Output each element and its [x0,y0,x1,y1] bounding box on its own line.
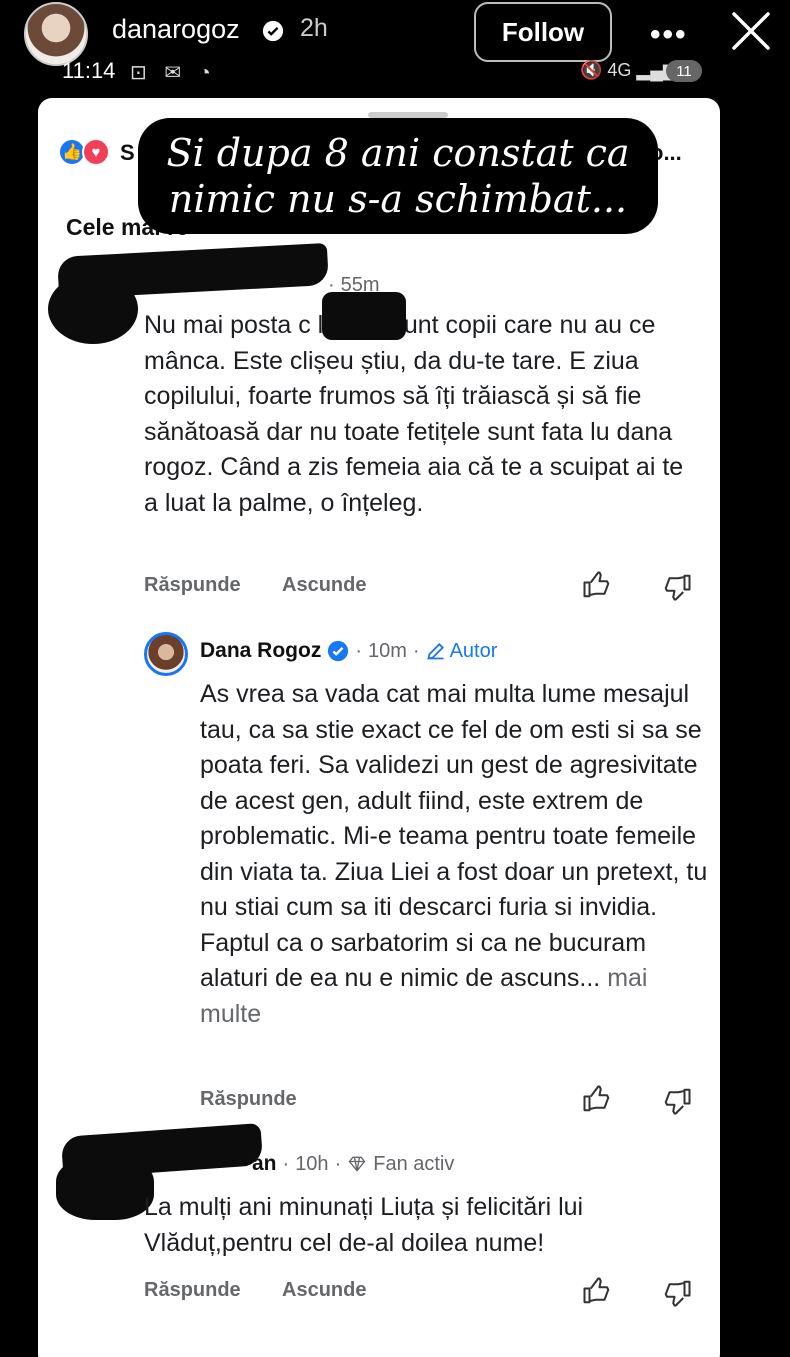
battery-icon: 11 [666,60,702,82]
reply-button[interactable]: Răspunde [200,1088,297,1111]
author-badge: Autor [426,639,498,663]
redacted-author-avatar [48,274,138,344]
notification-icons: ⊡ ✉ ◔ [130,62,217,84]
close-icon[interactable] [728,8,774,54]
like-icon[interactable] [582,1084,612,1114]
reply-author-name[interactable]: Dana Rogoz [200,639,321,663]
reply-button[interactable]: Răspunde [144,574,241,597]
verified-badge-icon [262,20,284,42]
fan-badge: Fan activ [373,1152,455,1175]
dislike-icon[interactable] [662,1086,692,1116]
caption-line-2: nimic nu s-a schimbat... [168,177,628,221]
love-reaction-icon: ♥ [82,138,110,166]
redacted-word [322,292,406,340]
caption-line-1: Si dupa 8 ani constat ca [166,131,630,175]
signal-icons: 🔇 4G ▂▄▆ [580,60,677,80]
commenter-name[interactable]: an [252,1152,277,1176]
dislike-icon[interactable] [662,1278,692,1308]
like-icon[interactable] [582,570,612,600]
comment-text: Nu mai posta c l asta, sunt copii care n… [144,311,684,517]
hide-button[interactable]: Ascunde [282,1279,366,1302]
reply-meta: Dana Rogoz · 10m · Autor [200,639,498,663]
story-caption: Si dupa 8 ani constat ca nimic nu s-a sc… [138,118,658,234]
pencil-icon [426,643,444,660]
story-time: 2h [300,14,328,42]
diamond-icon [348,1156,366,1172]
redacted-author-avatar [56,1156,154,1220]
story-username[interactable]: danarogoz [112,14,240,45]
phone-status-bar: 11:14 ⊡ ✉ ◔ 🔇 4G ▂▄▆ 11 [0,52,790,92]
author-label: Autor [449,639,498,662]
dislike-icon[interactable] [662,572,692,602]
status-time: 11:14 [62,58,116,83]
reply-time: 10m [368,639,407,662]
more-options-icon[interactable]: ••• [650,18,688,52]
verified-badge-icon [328,640,349,662]
comment-text: La mulți ani minunați Liuța și felicităr… [144,1193,584,1257]
comments-card: 👍 ♥ S o... Cele mai re · 55m Nu mai posta… [38,98,720,1357]
reply-text: As vrea sa vada cat mai multa lume mesaj… [200,677,710,1032]
hide-button[interactable]: Ascunde [282,574,366,597]
comment-meta: an · 10h · Fan activ [252,1152,455,1176]
reaction-icons[interactable]: 👍 ♥ [58,138,110,166]
reply-text-content: As vrea sa vada cat mai multa lume mesaj… [200,680,708,992]
reaction-summary[interactable]: S [120,140,135,166]
dana-avatar[interactable] [144,632,188,676]
comment-time: 10h [295,1152,329,1175]
like-icon[interactable] [582,1276,612,1306]
reply-button[interactable]: Răspunde [144,1279,241,1302]
